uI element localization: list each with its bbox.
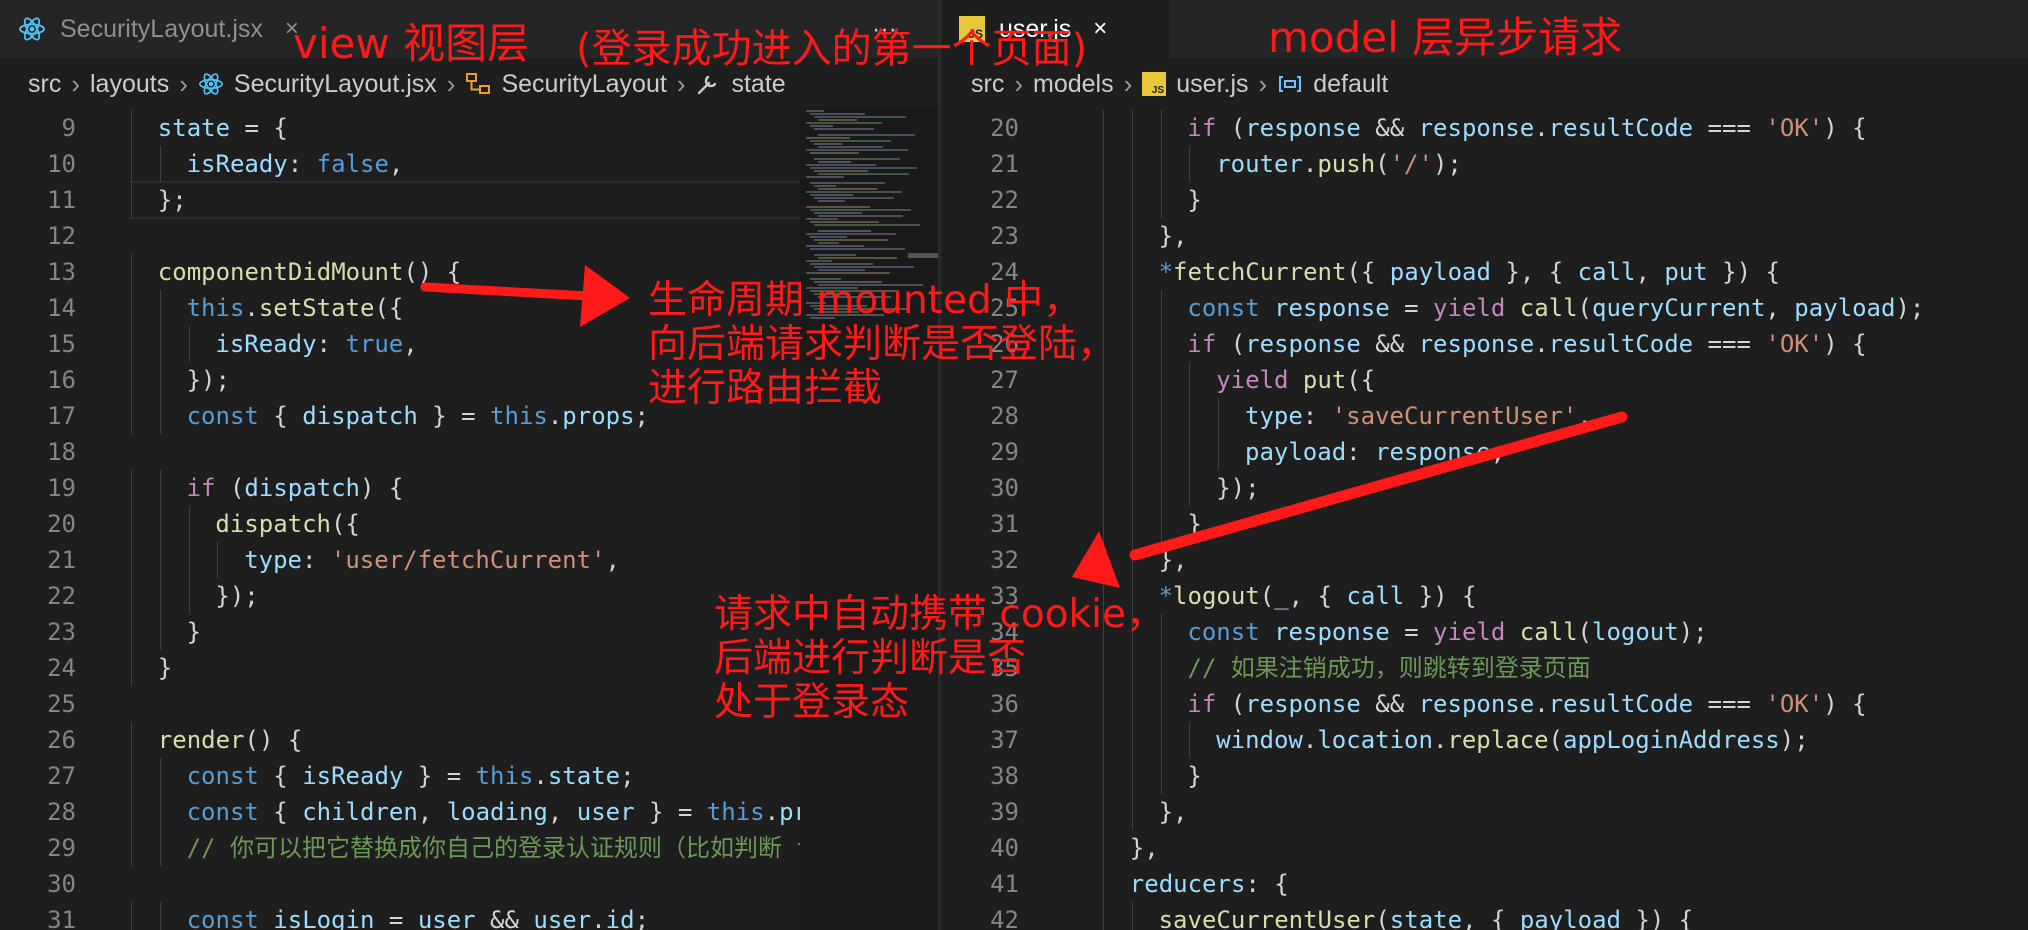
annotation-cookie-note: 请求中自动携带 cookie， 后端进行判断是否 处于登录态 (714, 592, 1165, 725)
annotation-first-page: (登录成功进入的第一个页面) (576, 26, 1088, 72)
arrow-to-mounted-note (420, 265, 630, 327)
annotation-view-layer: view 视图层 (293, 19, 530, 68)
arrow-to-logout (1072, 411, 1628, 588)
annotation-arrows (420, 265, 1628, 588)
annotation-model-layer: model 层异步请求 (1268, 13, 1623, 62)
annotation-mounted-note: 生命周期 mounted 中， 向后端请求判断是否登陆， 进行路由拦截 (648, 278, 1117, 411)
